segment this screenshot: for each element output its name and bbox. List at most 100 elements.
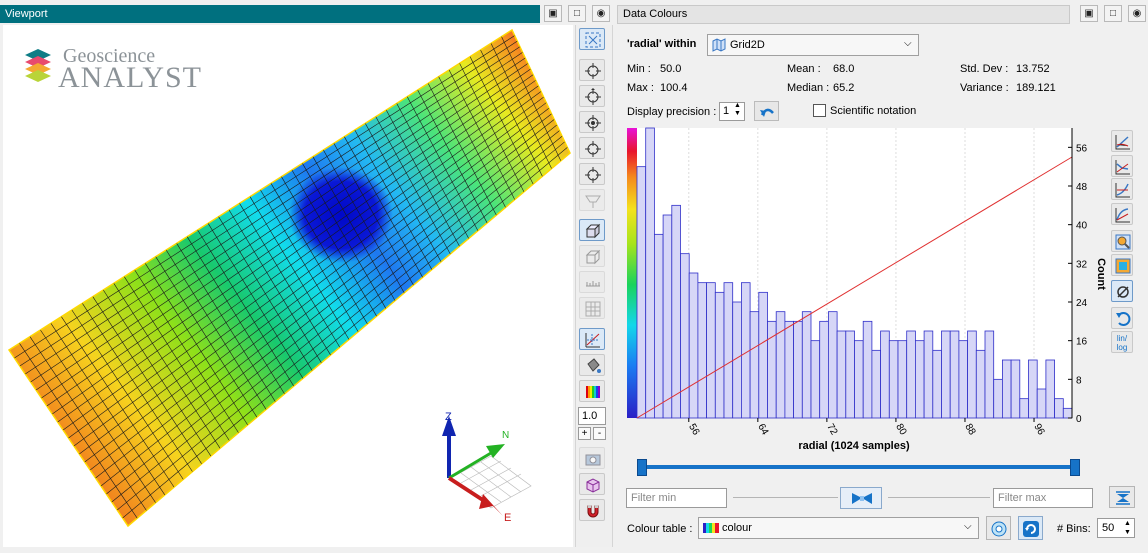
increase-button[interactable]: + — [578, 427, 591, 440]
display-precision-spinbox[interactable]: 1 ▲ ▼ — [719, 102, 745, 121]
view-top-button[interactable] — [579, 59, 605, 81]
fit-range-button[interactable] — [1109, 486, 1135, 508]
histogram-bar — [793, 320, 803, 419]
ruler-button[interactable] — [579, 271, 605, 293]
std-dev-label: Std. Dev : — [960, 63, 1009, 75]
object-select[interactable]: Grid2D ⌵ — [707, 34, 919, 56]
histogram-bar — [827, 311, 838, 419]
refresh-colour-button[interactable] — [1018, 516, 1043, 540]
histogram-bar — [888, 340, 899, 419]
bowtie-icon — [852, 493, 872, 504]
histogram-bar — [801, 311, 812, 419]
max-value: 100.4 — [660, 82, 688, 94]
max-label: Max : — [627, 82, 654, 94]
colour-table-select[interactable]: colour ⌵ — [698, 517, 979, 539]
filter-range-button[interactable] — [840, 487, 882, 509]
histogram-bar — [975, 349, 986, 419]
filter-divider-left — [733, 497, 838, 498]
view-side-button[interactable] — [579, 111, 605, 133]
magnet-button[interactable] — [579, 499, 605, 521]
data-colours-title-bar: Data Colours — [617, 5, 1070, 24]
y-tick-label: 56 — [1076, 143, 1088, 154]
axis-n-label: N — [502, 430, 510, 441]
float-icon[interactable]: ▣ — [544, 5, 562, 22]
data-colours-title: Data Colours — [623, 8, 688, 20]
histogram-bar — [723, 282, 734, 419]
box-select-button[interactable] — [579, 473, 605, 495]
range-slider-min-handle[interactable] — [637, 459, 647, 476]
x-tick-label: 88 — [962, 422, 977, 438]
histogram-bar — [880, 330, 890, 419]
view-iso-button[interactable] — [579, 163, 605, 185]
histogram-bar — [1054, 398, 1064, 419]
image-chart-button[interactable] — [1111, 254, 1133, 276]
histogram-bar — [958, 340, 968, 419]
histogram-bar — [653, 233, 664, 419]
perspective-button[interactable] — [579, 219, 605, 241]
scientific-notation-checkbox[interactable] — [813, 104, 826, 117]
bins-spinbox[interactable]: 50 ▲ ▼ — [1097, 518, 1135, 538]
filter-min-input[interactable]: Filter min — [626, 488, 727, 508]
std-dev-value: 13.752 — [1016, 63, 1050, 75]
colour-table-chevron-icon: ⌵ — [964, 521, 972, 532]
viewport-canvas[interactable]: Geoscience ANALYST Z N E — [3, 25, 573, 547]
colour-table-value: colour — [722, 522, 752, 534]
reset-chart-button[interactable] — [1111, 307, 1133, 329]
zoom-extents-button[interactable] — [579, 28, 605, 50]
chart-type-2-button[interactable] — [1111, 155, 1133, 177]
bins-label: # Bins: — [1057, 523, 1091, 535]
opacity-input[interactable]: 1.0 — [578, 407, 606, 425]
colour-bar-button[interactable] — [579, 380, 605, 402]
x-axis-title: radial (1024 samples) — [798, 440, 910, 452]
mean-label: Mean : — [787, 63, 821, 75]
refresh-icon — [1023, 521, 1039, 537]
chart-type-4-button[interactable] — [1111, 203, 1133, 225]
histogram-bar — [775, 311, 786, 419]
x-tick-label: 64 — [755, 422, 770, 438]
reset-precision-button[interactable] — [754, 101, 779, 121]
histogram-bar — [949, 330, 960, 419]
histogram-bar — [819, 320, 829, 419]
view-front-button[interactable] — [579, 85, 605, 107]
filter-max-input[interactable]: Filter max — [993, 488, 1093, 508]
screenshot-button[interactable] — [579, 447, 605, 469]
clip-plane-button[interactable] — [579, 189, 605, 211]
edit-colour-table-button[interactable] — [986, 516, 1011, 540]
x-tick-label: 96 — [1031, 422, 1046, 438]
axis-z-label: Z — [445, 411, 452, 423]
zoom-chart-button[interactable] — [1111, 230, 1133, 252]
histogram-bar — [697, 282, 708, 419]
chevron-down-icon: ⌵ — [904, 38, 912, 49]
histogram-bar — [636, 166, 647, 419]
lin-log-toggle-button[interactable]: lin/log — [1111, 331, 1133, 353]
range-slider-max-handle[interactable] — [1070, 459, 1080, 476]
histogram-bar — [810, 340, 821, 419]
axes-button[interactable] — [579, 328, 605, 350]
histogram-chart[interactable]: 0 8 16 24 32 40 48 56 56 64 72 80 88 96 radial (1024… — [624, 126, 1109, 456]
histogram-bar — [941, 330, 951, 419]
histogram-bar — [914, 340, 925, 419]
visibility-icon[interactable]: ◉ — [592, 5, 610, 22]
view-bottom-button[interactable] — [579, 137, 605, 159]
panel-float-icon[interactable]: ▣ — [1080, 5, 1098, 22]
display-precision-label: Display precision : — [627, 106, 717, 118]
panel-maximize-icon[interactable]: □ — [1104, 5, 1122, 22]
logo-text-bottom: ANALYST — [58, 61, 202, 94]
chart-type-1-button[interactable] — [1111, 130, 1133, 152]
chart-type-3-button[interactable] — [1111, 178, 1133, 200]
paint-bucket-button[interactable] — [579, 354, 605, 376]
x-tick-label: 56 — [686, 422, 701, 438]
histogram-bar — [967, 330, 977, 419]
grid-button[interactable] — [579, 297, 605, 319]
panel-visibility-icon[interactable]: ◉ — [1128, 5, 1146, 22]
decrease-button[interactable]: - — [593, 427, 606, 440]
histogram-bar — [1028, 359, 1038, 419]
box-view-button[interactable] — [579, 245, 605, 267]
histogram-bar — [645, 127, 655, 419]
histogram-bar — [862, 320, 873, 419]
colour-scale-bar — [627, 128, 637, 418]
maximize-icon[interactable]: □ — [568, 5, 586, 22]
axis-triad — [442, 416, 532, 516]
null-value-button[interactable] — [1111, 280, 1133, 302]
histogram-bar — [758, 291, 768, 419]
